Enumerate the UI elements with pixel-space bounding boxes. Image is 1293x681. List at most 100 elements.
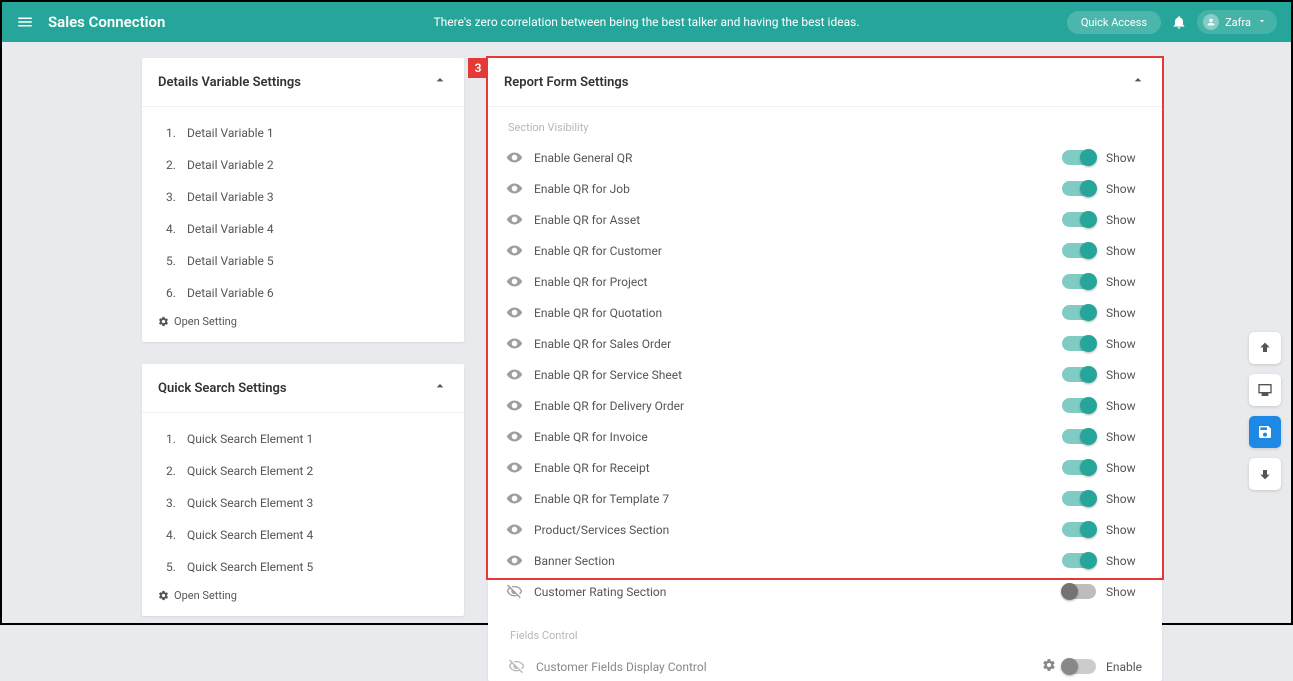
fields-control-row-label: Customer Fields Display Control: [536, 660, 1042, 674]
avatar-icon: [1203, 14, 1219, 30]
details-open-setting[interactable]: Open Setting: [158, 315, 448, 328]
quicksearch-card-header[interactable]: Quick Search Settings: [142, 364, 464, 413]
callout-number: 3: [468, 58, 488, 78]
visibility-toggle-row: Enable QR for Delivery Order Show: [506, 390, 1144, 421]
list-item[interactable]: 6. Detail Variable 6: [158, 277, 448, 309]
quicksearch-open-setting[interactable]: Open Setting: [158, 589, 448, 602]
visibility-toggle-row: Enable General QRShow: [506, 142, 1144, 173]
eye-icon: [506, 304, 534, 321]
show-label: Show: [1106, 523, 1144, 537]
toggle-rows-container: Enable General QRShow Enable QR for Job Sh…: [506, 142, 1144, 607]
collapse-icon[interactable]: [1130, 72, 1146, 92]
toggle-switch[interactable]: [1062, 305, 1096, 320]
toggle-switch[interactable]: [1062, 367, 1096, 382]
toggle-row-label: Banner Section: [534, 554, 1034, 568]
list-item[interactable]: 1. Detail Variable 1: [158, 117, 448, 149]
eye-icon: [506, 490, 534, 507]
eye-icon: [506, 335, 534, 352]
toggle-switch[interactable]: [1062, 491, 1096, 506]
toggle-switch[interactable]: [1062, 522, 1096, 537]
hamburger-icon[interactable]: [16, 13, 34, 31]
show-label: Show: [1106, 461, 1144, 475]
eye-icon: [506, 211, 534, 228]
toggle-row-label: Enable QR for Invoice: [534, 430, 1034, 444]
floating-actions: [1249, 332, 1281, 490]
show-label: Show: [1106, 430, 1144, 444]
show-label: Show: [1106, 182, 1144, 196]
visibility-toggle-row: Enable QR for Template 7Show: [506, 483, 1144, 514]
toggle-switch[interactable]: [1062, 584, 1096, 599]
details-card-header[interactable]: Details Variable Settings: [142, 58, 464, 107]
visibility-toggle-row: Product/Services Section Show: [506, 514, 1144, 545]
quick-access-button[interactable]: Quick Access: [1067, 11, 1161, 34]
list-item[interactable]: 3. Quick Search Element 3: [158, 487, 448, 519]
toggle-row-label: Enable QR for Quotation: [534, 306, 1034, 320]
visibility-toggle-row: Enable QR for CustomerShow: [506, 235, 1144, 266]
fields-control-label: Fields Control: [510, 629, 1144, 642]
show-label: Show: [1106, 213, 1144, 227]
toggle-switch[interactable]: [1062, 429, 1096, 444]
details-card-title: Details Variable Settings: [158, 75, 301, 90]
eye-icon: [506, 552, 534, 569]
list-item[interactable]: 2. Quick Search Element 2: [158, 455, 448, 487]
list-item[interactable]: 3. Detail Variable 3: [158, 181, 448, 213]
toggle-row-label: Enable QR for Template 7: [534, 492, 1034, 506]
user-menu[interactable]: Zafra: [1197, 10, 1277, 34]
list-item[interactable]: 4. Quick Search Element 4: [158, 519, 448, 551]
eye-icon: [506, 397, 534, 414]
visibility-toggle-row: Enable QR for QuotationShow: [506, 297, 1144, 328]
toggle-row-label: Enable QR for Job: [534, 182, 1034, 196]
toggle-switch[interactable]: [1062, 150, 1096, 165]
toggle-row-label: Product/Services Section: [534, 523, 1034, 537]
show-label: Show: [1106, 399, 1144, 413]
eye-icon: [506, 273, 534, 290]
scroll-down-button[interactable]: [1249, 458, 1281, 490]
section-visibility-label: Section Visibility: [508, 121, 1144, 134]
eye-off-icon: [506, 583, 534, 600]
list-item[interactable]: 5. Quick Search Element 5: [158, 551, 448, 583]
list-item[interactable]: 5. Detail Variable 5: [158, 245, 448, 277]
toggle-row-label: Enable QR for Delivery Order: [534, 399, 1034, 413]
notification-bell-icon[interactable]: [1171, 14, 1187, 30]
toggle-switch[interactable]: [1062, 243, 1096, 258]
toggle-switch[interactable]: [1062, 181, 1096, 196]
visibility-toggle-row: Enable QR for Sales OrderShow: [506, 328, 1144, 359]
quicksearch-list: 1. Quick Search Element 12. Quick Search…: [158, 423, 448, 583]
scroll-up-button[interactable]: [1249, 332, 1281, 364]
toggle-switch[interactable]: [1062, 336, 1096, 351]
topbar: Sales Connection There's zero correlatio…: [2, 2, 1291, 42]
save-button[interactable]: [1249, 416, 1281, 448]
fields-control-row: Customer Fields Display Control Enable: [508, 650, 1144, 675]
details-list: 1. Detail Variable 12. Detail Variable 2…: [158, 117, 448, 309]
show-label: Show: [1106, 368, 1144, 382]
collapse-icon[interactable]: [432, 378, 448, 398]
list-item[interactable]: 1. Quick Search Element 1: [158, 423, 448, 455]
monitor-button[interactable]: [1249, 374, 1281, 406]
list-item[interactable]: 4. Detail Variable 4: [158, 213, 448, 245]
list-item[interactable]: 2. Detail Variable 2: [158, 149, 448, 181]
show-label: Show: [1106, 151, 1144, 165]
toggle-switch[interactable]: [1062, 553, 1096, 568]
toggle-row-label: Enable QR for Project: [534, 275, 1034, 289]
toggle-switch[interactable]: [1062, 274, 1096, 289]
brand-title: Sales Connection: [48, 13, 165, 31]
visibility-toggle-row: Enable QR for Service SheetShow: [506, 359, 1144, 390]
toggle-switch[interactable]: [1062, 460, 1096, 475]
eye-icon: [506, 521, 534, 538]
fields-control-toggle[interactable]: [1062, 659, 1096, 674]
content-area: Details Variable Settings 1. Detail Vari…: [2, 42, 1291, 623]
details-variable-card: Details Variable Settings 1. Detail Vari…: [142, 58, 464, 342]
quicksearch-card-title: Quick Search Settings: [158, 381, 287, 396]
eye-icon: [506, 459, 534, 476]
toggle-switch[interactable]: [1062, 398, 1096, 413]
collapse-icon[interactable]: [432, 72, 448, 92]
report-card-header[interactable]: Report Form Settings: [488, 58, 1162, 107]
toggle-row-label: Enable QR for Receipt: [534, 461, 1034, 475]
eye-icon: [506, 366, 534, 383]
left-column: Details Variable Settings 1. Detail Vari…: [142, 58, 464, 623]
gear-icon[interactable]: [1042, 658, 1062, 675]
toggle-switch[interactable]: [1062, 212, 1096, 227]
show-label: Show: [1106, 585, 1144, 599]
visibility-toggle-row: Enable QR for AssetShow: [506, 204, 1144, 235]
visibility-toggle-row: Customer Rating SectionShow: [506, 576, 1144, 607]
